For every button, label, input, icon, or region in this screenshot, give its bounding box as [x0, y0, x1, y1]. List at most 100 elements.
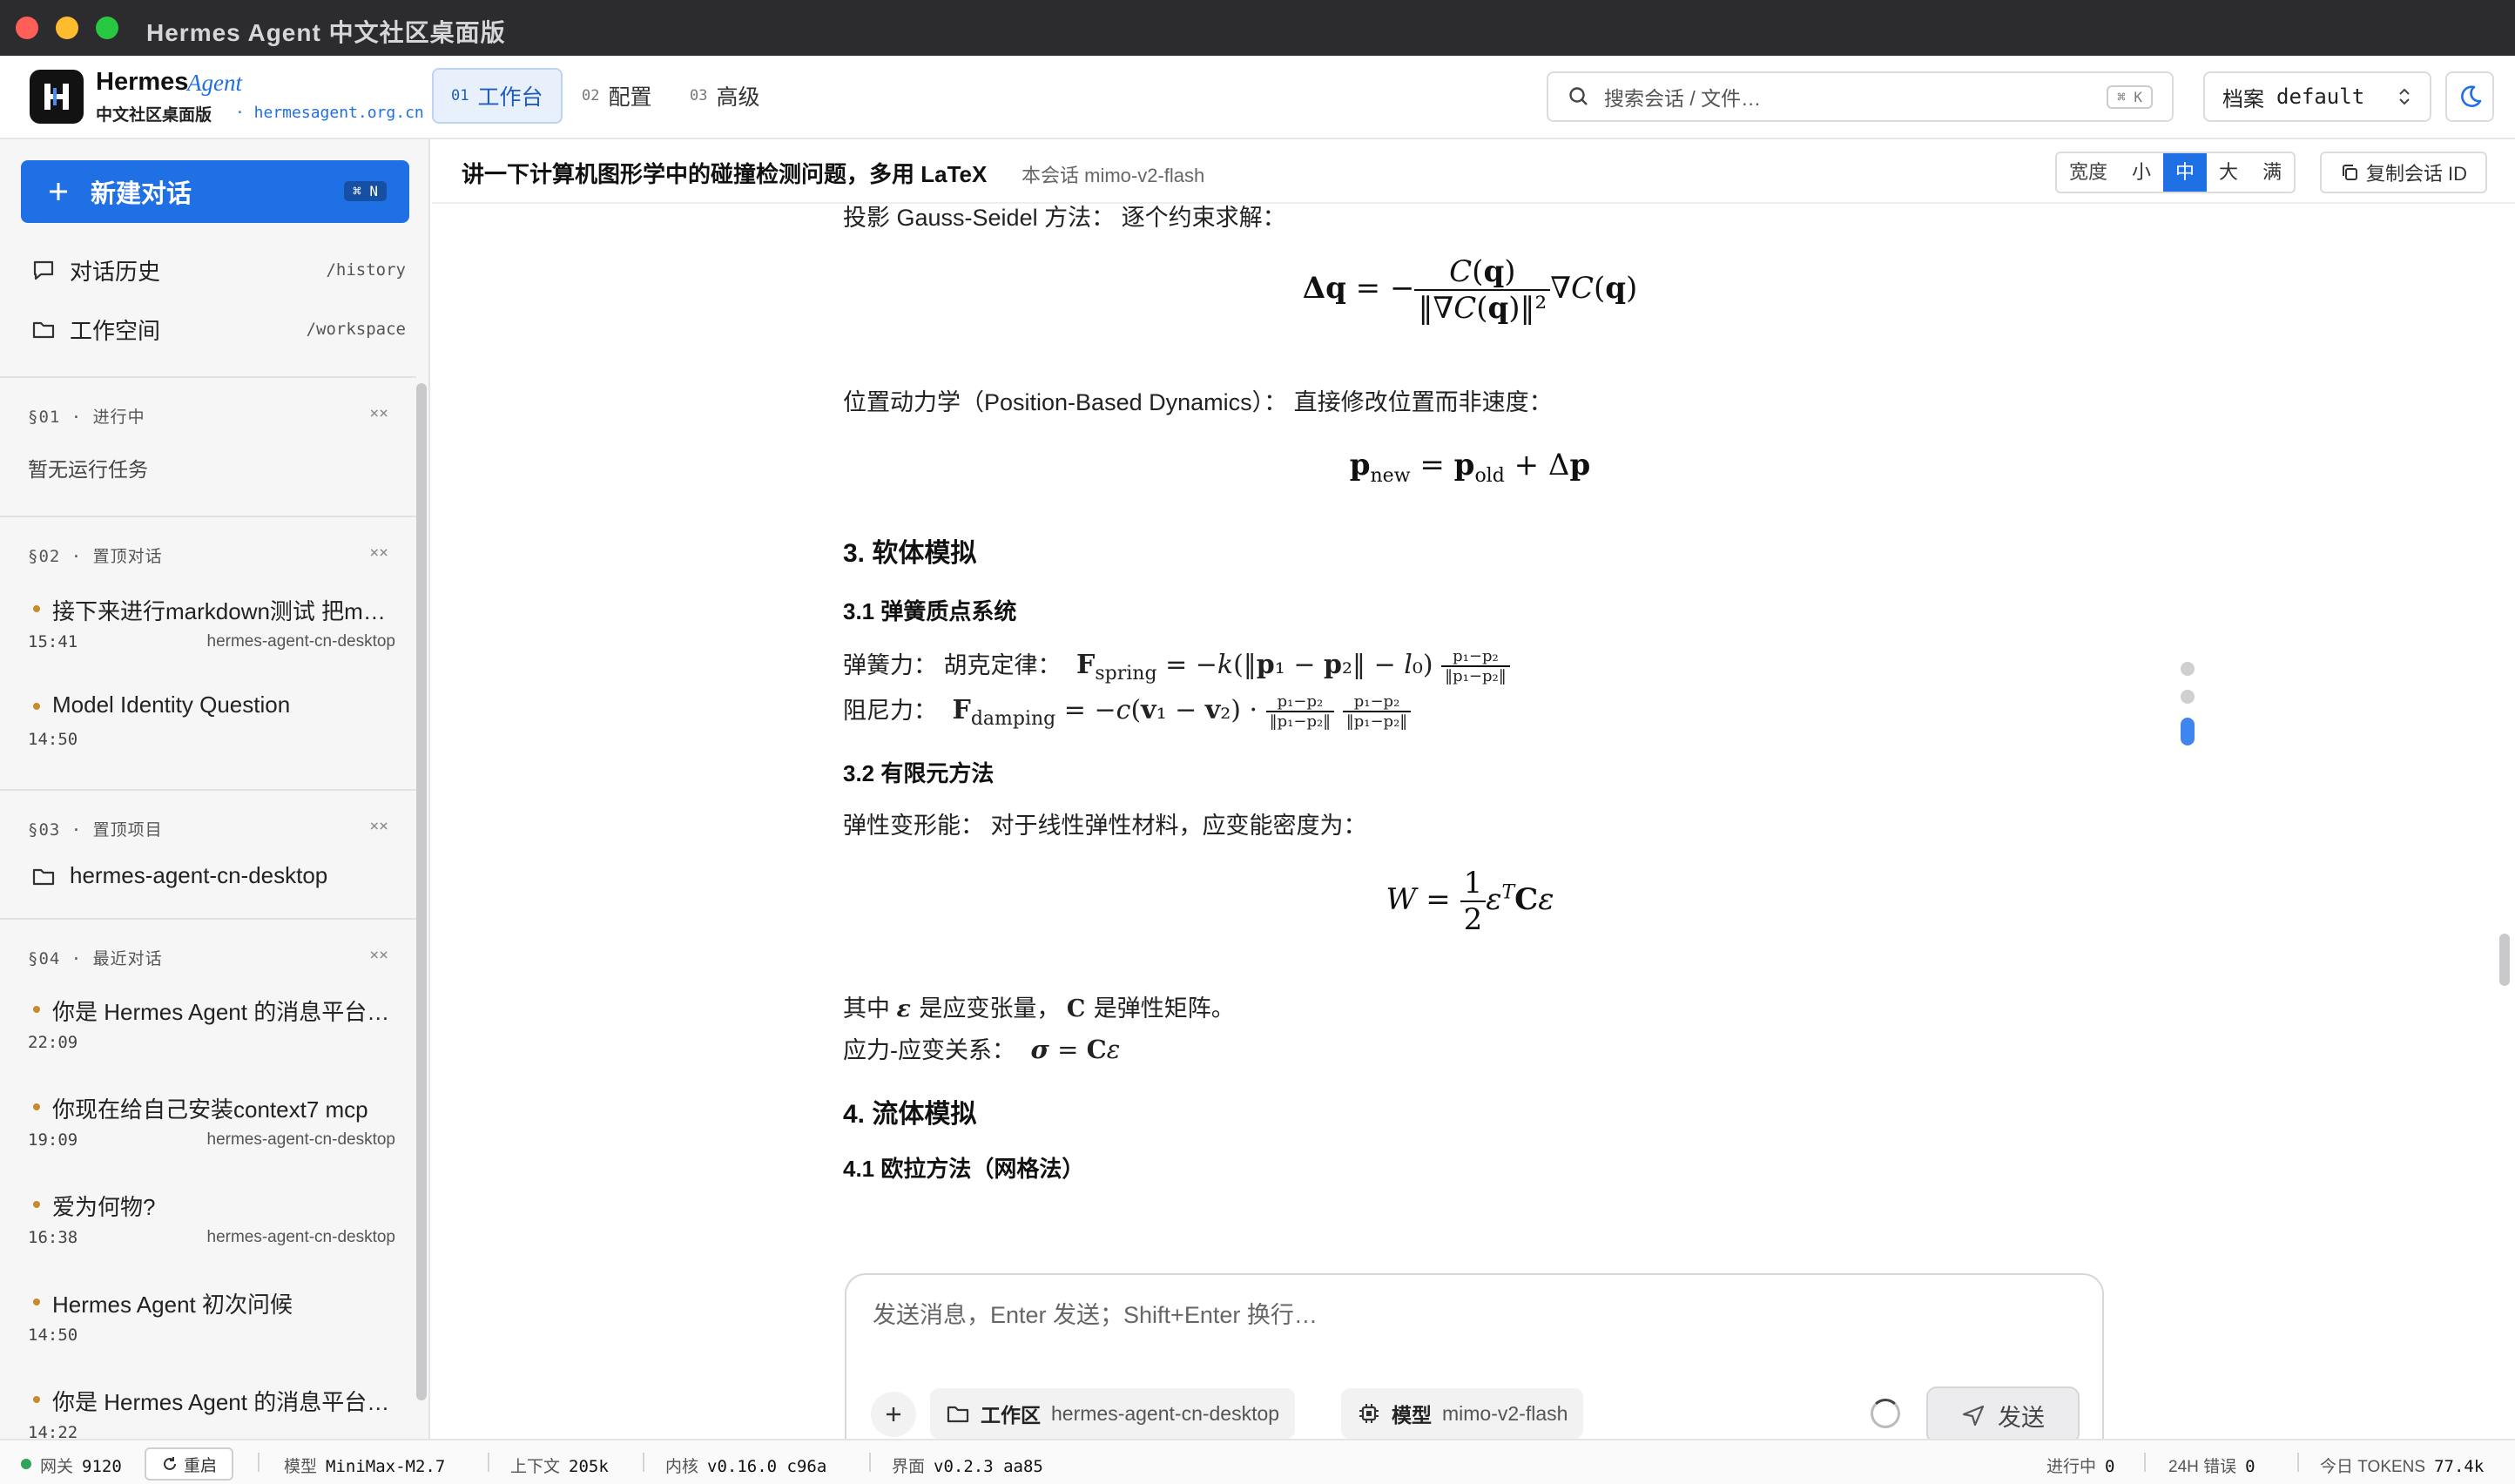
status-label: 24H 错误	[2168, 1458, 2237, 1476]
loading-spinner-icon	[1871, 1399, 1900, 1428]
sidebar-scrollbar[interactable]	[416, 383, 427, 1400]
new-chat-label: 新建对话	[91, 180, 192, 208]
section-collapse-button[interactable]: ××	[369, 817, 388, 835]
new-chat-shortcut: ⌘ N	[344, 181, 387, 201]
damping-label: 阻尼力：	[843, 698, 937, 724]
tab-advanced[interactable]: 03 高级	[672, 68, 778, 124]
equation-strain-energy: W = 1 2 εTCε	[1386, 866, 1554, 937]
sidebar-item-workspace[interactable]: 工作空间 /workspace	[31, 312, 406, 347]
width-option-full[interactable]: 满	[2250, 153, 2294, 192]
outline-navigator[interactable]	[2181, 662, 2198, 759]
chat-title: Model Identity Question	[52, 691, 291, 718]
tab-workbench[interactable]: 01 工作台	[432, 68, 563, 124]
gateway-status: 网关 9120	[40, 1454, 122, 1477]
new-chat-button[interactable]: 新建对话 ⌘ N	[21, 160, 409, 223]
list-item[interactable]: 接下来进行markdown测试 把m… 15:41 hermes-agent-c…	[28, 594, 395, 664]
close-window-button[interactable]	[16, 17, 38, 39]
copy-session-id-button[interactable]: 复制会话 ID	[2320, 152, 2487, 193]
section-collapse-button[interactable]: ××	[369, 543, 388, 562]
status-label: 上下文	[510, 1458, 561, 1476]
divider	[2297, 1453, 2299, 1472]
status-value: 205k	[569, 1457, 609, 1476]
text-fragment: 其中	[843, 995, 890, 1022]
send-button[interactable]: 发送	[1926, 1386, 2080, 1439]
status-label: 今日 TOKENS	[2320, 1458, 2426, 1476]
chat-title: 你现在给自己安装context7 mcp	[52, 1096, 368, 1123]
content-scrollbar[interactable]	[2499, 934, 2510, 986]
status-dot	[33, 605, 40, 612]
app: Hermes Agent 中文社区桌面版 · hermesagent.org.c…	[0, 56, 2515, 1484]
strain-line: 其中 ε 是应变张量， C 是弹性矩阵。	[843, 995, 1235, 1022]
search-input[interactable]: 搜索会话 / 文件… ⌘ K	[1547, 71, 2174, 122]
tab-label: 高级	[716, 85, 760, 110]
outline-dot[interactable]	[2181, 662, 2195, 676]
outline-dot-active[interactable]	[2181, 718, 2195, 745]
width-option-medium[interactable]: 中	[2163, 153, 2208, 192]
status-dot	[33, 1201, 40, 1208]
ui-status: 界面 v0.2.3 aa85	[892, 1454, 1043, 1477]
status-dot	[33, 703, 40, 710]
project-item[interactable]: hermes-agent-cn-desktop	[31, 862, 327, 889]
tab-label: 工作台	[477, 85, 543, 110]
spring-label: 弹簧力： 胡克定律：	[843, 652, 1062, 678]
status-label: 模型	[284, 1458, 318, 1476]
tab-number: 03	[690, 87, 708, 105]
list-item[interactable]: 你是 Hermes Agent 的消息平台… 14:22	[28, 1385, 395, 1439]
message-input[interactable]	[873, 1296, 2074, 1348]
section-heading: §04 · 最近对话	[28, 949, 163, 968]
conversation-header: 讲一下计算机图形学中的碰撞检测问题，多用 LaTeX 本会话 mimo-v2-f…	[432, 139, 2515, 204]
sidebar-link-path: /workspace	[306, 320, 406, 339]
restart-button[interactable]: 重启	[145, 1447, 233, 1481]
stress-line: 应力-应变关系： σ = Cε	[843, 1035, 1121, 1064]
folder-icon	[32, 868, 55, 885]
brand-url[interactable]: · hermesagent.org.cn	[235, 104, 424, 122]
status-value: 9120	[82, 1457, 122, 1476]
search-placeholder: 搜索会话 / 文件…	[1604, 87, 1762, 110]
outline-dot[interactable]	[2181, 690, 2195, 704]
workspace-chip[interactable]: 工作区 hermes-agent-cn-desktop	[930, 1388, 1296, 1439]
tab-config[interactable]: 02 配置	[564, 68, 670, 124]
divider	[869, 1453, 871, 1472]
tab-number: 02	[582, 87, 600, 105]
message-content: 投影 Gauss-Seidel 方法： 逐个约束求解： Δq = − C(q) ‖∇…	[843, 204, 2132, 1292]
section-collapse-button[interactable]: ××	[369, 404, 388, 422]
section-heading: §03 · 置顶项目	[28, 820, 163, 840]
text-fragment: 应力-应变关系：	[843, 1037, 1015, 1063]
list-item[interactable]: 爱为何物? 16:38 hermes-agent-cn-desktop	[28, 1190, 395, 1259]
model-chip[interactable]: 模型 mimo-v2-flash	[1341, 1388, 1584, 1439]
gateway-status-dot	[21, 1459, 31, 1469]
section-pinned-projects: §03 · 置顶项目 ×× hermes-agent-cn-desktop	[0, 789, 416, 918]
sidebar-item-history[interactable]: 对话历史 /history	[31, 253, 406, 287]
section-heading: 4. 流体模拟	[843, 1100, 977, 1129]
list-item[interactable]: 你现在给自己安装context7 mcp 19:09 hermes-agent-…	[28, 1092, 395, 1162]
attach-button[interactable]	[871, 1392, 916, 1437]
folder-icon	[947, 1406, 969, 1423]
sidebar-link-path: /history	[326, 260, 406, 280]
search-icon	[1569, 87, 1588, 105]
search-shortcut: ⌘ K	[2107, 85, 2153, 109]
width-option-small[interactable]: 小	[2120, 153, 2163, 192]
minimize-window-button[interactable]	[56, 17, 78, 39]
profile-select[interactable]: 档案 default	[2203, 71, 2431, 122]
width-option-large[interactable]: 大	[2207, 153, 2250, 192]
chat-time: 14:50	[28, 730, 78, 749]
divider	[258, 1453, 260, 1472]
section-recent-chats: §04 · 最近对话 ×× 你是 Hermes Agent 的消息平台… 22:…	[0, 918, 416, 1439]
list-item[interactable]: Hermes Agent 初次问候 14:50	[28, 1287, 395, 1357]
status-value: 0	[2105, 1457, 2115, 1476]
project-name: hermes-agent-cn-desktop	[70, 862, 328, 888]
list-item[interactable]: 你是 Hermes Agent 的消息平台… 22:09	[28, 995, 395, 1064]
plus-icon	[887, 1407, 900, 1421]
conversation-model: 本会话 mimo-v2-flash	[1022, 165, 1205, 186]
maximize-window-button[interactable]	[96, 17, 118, 39]
list-item[interactable]: Model Identity Question 14:50	[28, 691, 395, 761]
paragraph: 投影 Gauss-Seidel 方法： 逐个约束求解：	[843, 205, 1286, 231]
chat-time: 15:41	[28, 632, 78, 651]
theme-toggle-button[interactable]	[2445, 71, 2494, 122]
status-value: v0.16.0 c96a	[707, 1457, 827, 1476]
section-collapse-button[interactable]: ××	[369, 946, 388, 964]
status-label: 网关	[40, 1458, 74, 1476]
section-running: §01 · 进行中 ×× 暂无运行任务	[0, 376, 416, 516]
send-icon	[1962, 1405, 1985, 1427]
copy-session-id-label: 复制会话 ID	[2365, 163, 2468, 185]
